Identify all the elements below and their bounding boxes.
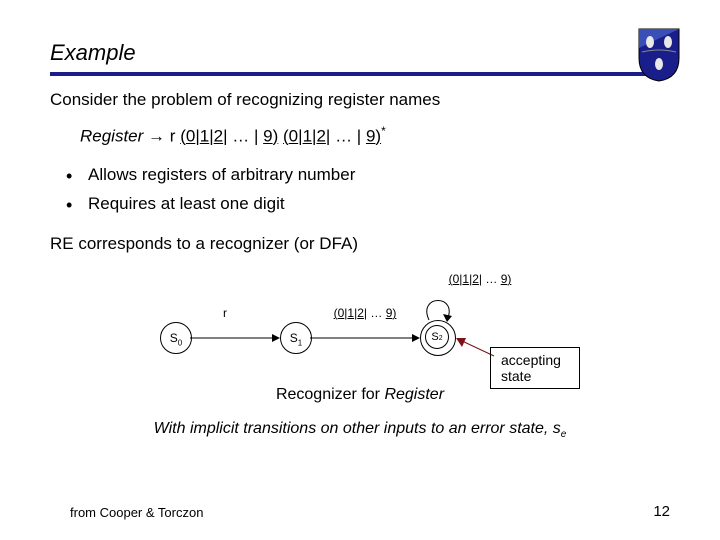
intro-text: Consider the problem of recognizing regi… [50, 90, 670, 110]
footer-source: from Cooper & Torczon [70, 505, 203, 520]
bullet-list: Allows registers of arbitrary number Req… [60, 161, 670, 219]
edge-s2-loop [423, 284, 463, 324]
state-s0: S0 [160, 322, 192, 354]
arrow: → [148, 127, 165, 146]
kleene-star: * [381, 124, 386, 138]
edge-r-label: r [215, 306, 235, 320]
bullet-item: Requires at least one digit [60, 190, 670, 219]
title-rule [50, 72, 670, 76]
state-s1: S1 [280, 322, 312, 354]
group1-close: ) [273, 127, 279, 146]
page-number: 12 [653, 503, 670, 520]
bullet-item: Allows registers of arbitrary number [60, 161, 670, 190]
slide-title: Example [50, 40, 670, 66]
re-line: RE corresponds to a recognizer (or DFA) [50, 234, 670, 254]
edge-digits-label: (0|1|2| … 9) [305, 306, 425, 320]
state-s2: S2 [420, 320, 454, 354]
grammar-lhs: Register [80, 127, 143, 146]
literal-r: r [170, 127, 176, 146]
shield-logo [638, 28, 680, 82]
implicit-note: With implicit transitions on other input… [50, 420, 670, 440]
edge-s0-s1 [190, 336, 280, 340]
accepting-state-box: accepting state [490, 347, 580, 389]
grammar-rule: Register → r (0|1|2| … | 9) (0|1|2| … | … [80, 124, 670, 147]
edge-s1-s2 [310, 336, 420, 340]
dfa-diagram: (0|1|2| … 9) r (0|1|2| … 9) S0 S1 S2 [140, 272, 580, 382]
